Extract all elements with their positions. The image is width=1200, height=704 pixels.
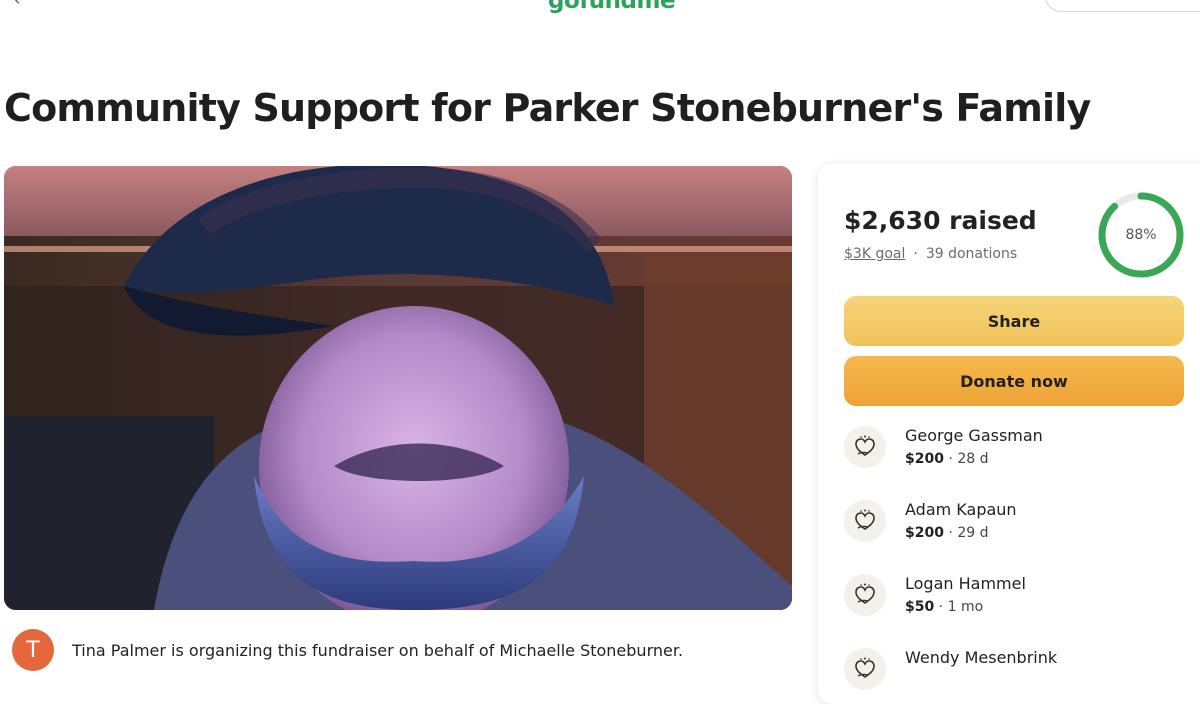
donation-amount: $200 [905,525,944,541]
donation-time: · 29 d [943,525,989,541]
donor-item: George Gassman $200 · 28 d [844,426,1200,482]
nav-menu-icon[interactable]: · [982,0,986,6]
donor-name: Adam Kapaun [905,500,1017,519]
donor-amount: $200 · 29 d [905,525,988,541]
donation-amount: $200 [905,451,944,467]
donor-name: Wendy Mesenbrink [905,648,1058,667]
gofundme-logo[interactable]: gofundme [548,0,676,14]
donor-amount: $50 · 1 mo [905,599,983,615]
goal-meta: $3K goal · 39 donations [844,246,1017,262]
organizer-row: T Tina Palmer is organizing this fundrai… [12,628,683,672]
progress-percent: 88% [1125,227,1157,243]
hero-image[interactable] [4,166,792,610]
top-nav: ‹ gofundme · [0,0,1200,20]
heart-hand-icon [844,500,886,542]
donor-amount: $200 · 28 d [905,451,988,467]
donor-item: Logan Hammel $50 · 1 mo [844,574,1200,630]
heart-hand-icon [844,648,886,690]
donor-item: Adam Kapaun $200 · 29 d [844,500,1200,556]
donation-time: · 28 d [943,451,989,467]
goal-link[interactable]: $3K goal [844,246,905,262]
donate-now-button[interactable]: Donate now [844,356,1184,406]
donor-item: Wendy Mesenbrink [844,648,1200,704]
share-button[interactable]: Share [844,296,1184,346]
donor-name: Logan Hammel [905,574,1026,593]
donation-count[interactable]: 39 donations [926,246,1017,262]
search-box[interactable] [1045,0,1200,12]
amount-raised: $2,630 raised [844,206,1037,235]
organizer-avatar[interactable]: T [12,629,54,671]
heart-hand-icon [844,574,886,616]
chevron-left-icon[interactable]: ‹ [14,0,20,9]
donation-amount: $50 [905,599,935,615]
campaign-title: Community Support for Parker Stoneburner… [4,86,1091,130]
donation-time: · 1 mo [934,599,984,615]
heart-hand-icon [844,426,886,468]
organizer-text: Tina Palmer is organizing this fundraise… [72,640,684,660]
hero-photo-illustration [4,166,792,610]
donation-card: $2,630 raised $3K goal · 39 donations 88% … [818,164,1200,704]
meta-separator: · [913,246,918,262]
donor-name: George Gassman [905,426,1043,445]
